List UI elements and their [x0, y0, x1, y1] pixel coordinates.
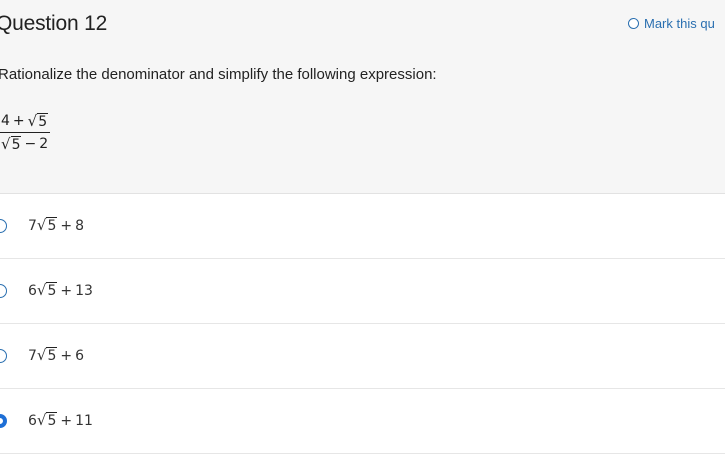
radical-icon: √: [36, 346, 47, 365]
question-prompt: Rationalize the denominator and simplify…: [0, 66, 437, 83]
option-radicand: 5: [46, 412, 58, 430]
answer-option-1[interactable]: 7 √ 5 +8: [0, 194, 725, 259]
option-coefficient: 6: [28, 283, 37, 299]
fraction: 4 + √ 5 √ 5−2: [0, 113, 51, 154]
option-constant: 11: [75, 413, 93, 429]
answer-option-3[interactable]: 7 √ 5 +6: [0, 324, 725, 389]
question-title: Question 12: [0, 12, 108, 35]
numerator-term: 4: [1, 113, 10, 129]
option-operator: +: [60, 348, 73, 364]
answer-options: 7 √ 5 +8 6 √ 5 +13 7 √ 5 +6 6 √ 5 +11: [0, 194, 725, 454]
denominator-radicand: 5: [10, 136, 22, 154]
option-label: 7 √ 5 +6: [28, 347, 84, 364]
numerator-operator: +: [12, 113, 25, 129]
option-sqrt: √ 5: [36, 346, 58, 365]
fraction-denominator: √ 5−2: [0, 132, 51, 154]
answer-option-2[interactable]: 6 √ 5 +13: [0, 259, 725, 324]
option-coefficient: 7: [28, 218, 37, 234]
numerator-radicand: 5: [37, 113, 49, 130]
option-coefficient: 6: [28, 413, 37, 429]
option-radicand: 5: [46, 282, 58, 300]
denominator-term: 2: [39, 136, 49, 153]
option-radicand: 5: [46, 347, 58, 365]
option-sqrt: √ 5: [36, 411, 58, 430]
denominator-operator: −: [24, 136, 37, 153]
denominator-sqrt: √ 5: [1, 135, 22, 154]
option-operator: +: [60, 413, 73, 429]
mark-question-button[interactable]: Mark this qu: [628, 16, 715, 31]
option-label: 7 √ 5 +8: [28, 217, 84, 234]
radio-button[interactable]: [0, 219, 7, 233]
option-constant: 8: [75, 218, 85, 234]
radio-button[interactable]: [0, 349, 7, 363]
mark-question-label: Mark this qu: [644, 16, 715, 31]
option-radicand: 5: [46, 217, 58, 235]
option-operator: +: [60, 283, 73, 299]
option-coefficient: 7: [28, 348, 37, 364]
answer-option-4[interactable]: 6 √ 5 +11: [0, 389, 725, 454]
fraction-numerator: 4 + √ 5: [0, 113, 50, 132]
option-label: 6 √ 5 +13: [28, 282, 93, 299]
option-constant: 13: [75, 283, 93, 299]
radical-icon: √: [1, 135, 11, 154]
radio-button-selected[interactable]: [0, 414, 7, 428]
expression-fraction: 4 + √ 5 √ 5−2: [0, 113, 51, 154]
radical-icon: √: [36, 411, 47, 430]
numerator-sqrt: √ 5: [27, 112, 49, 130]
radical-icon: √: [36, 281, 47, 300]
option-sqrt: √ 5: [36, 281, 58, 300]
option-sqrt: √ 5: [36, 216, 58, 235]
option-label: 6 √ 5 +11: [28, 412, 93, 429]
option-operator: +: [60, 218, 73, 234]
question-header: Question 12 Mark this qu Rationalize the…: [0, 0, 725, 194]
radio-button[interactable]: [0, 284, 7, 298]
mark-circle-icon: [628, 18, 639, 29]
radical-icon: √: [27, 112, 38, 130]
radical-icon: √: [36, 216, 47, 235]
option-constant: 6: [75, 348, 85, 364]
